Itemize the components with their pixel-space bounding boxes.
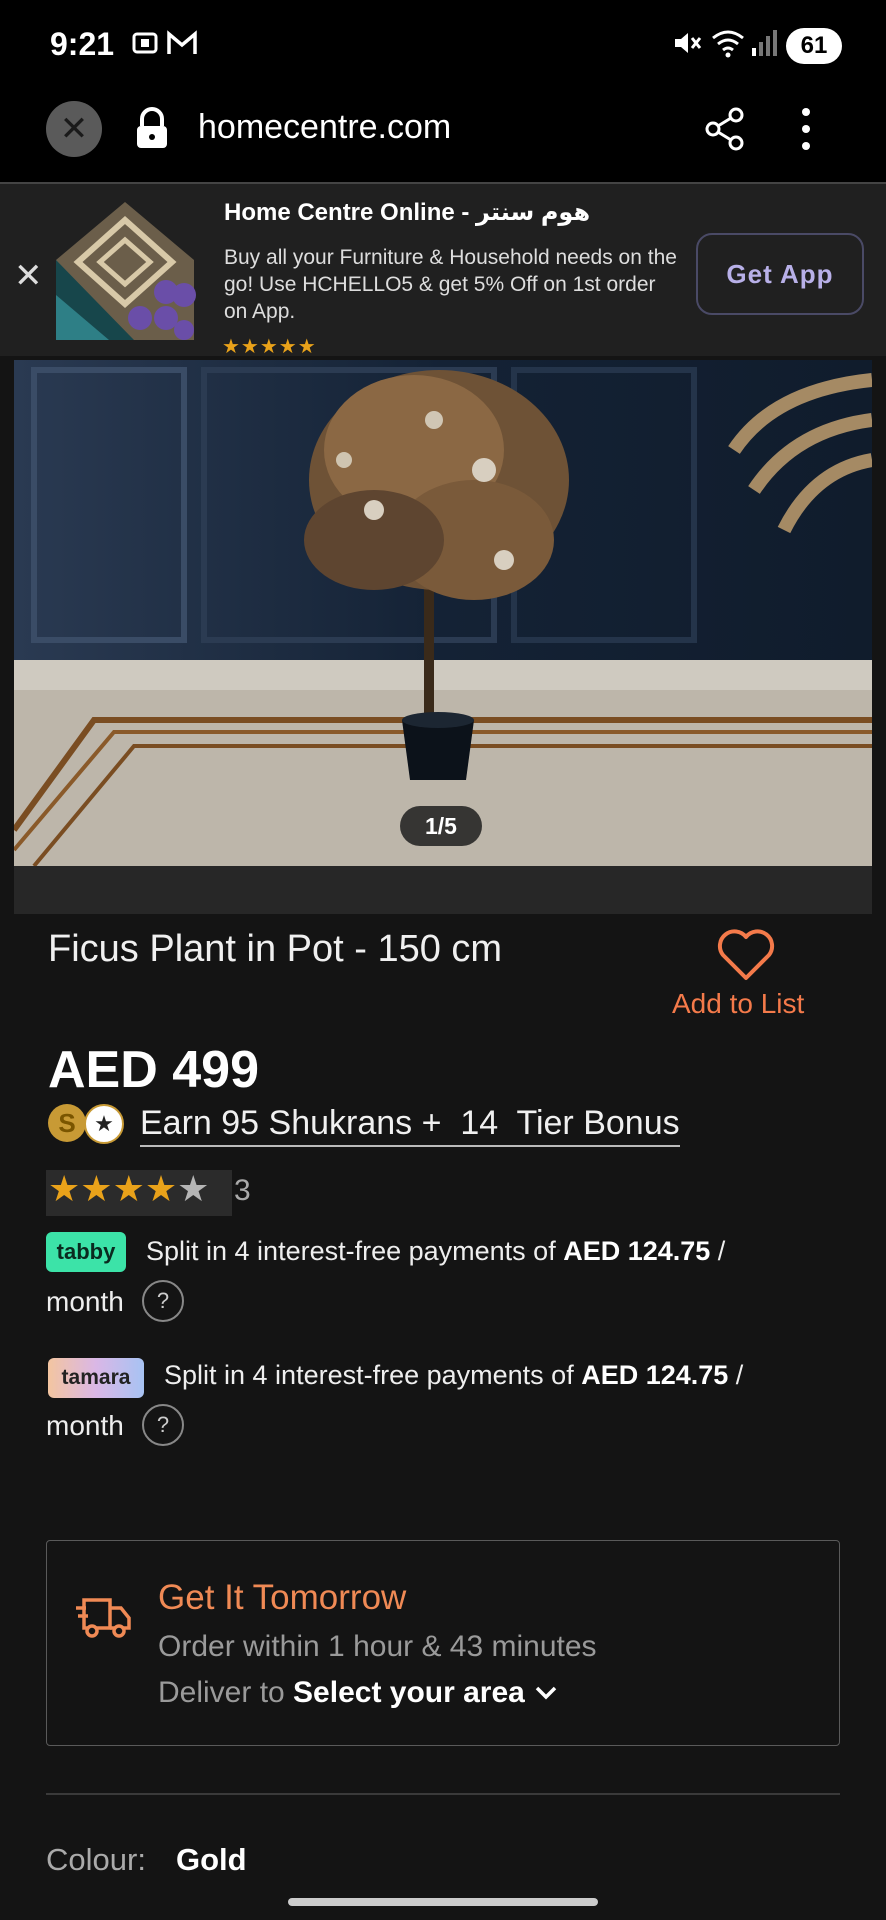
gmail-icon	[166, 28, 198, 65]
mute-icon	[672, 28, 702, 65]
shukran-coin-icon: S	[48, 1104, 86, 1142]
star-icon: ★	[48, 1168, 81, 1209]
chevron-down-icon[interactable]	[533, 1676, 559, 1709]
tamara-amount: AED 124.75	[581, 1360, 729, 1390]
tamara-month: month	[46, 1410, 124, 1441]
tabby-help-icon[interactable]: ?	[142, 1280, 184, 1322]
colour-label: Colour:	[46, 1842, 146, 1877]
tabby-month: month	[46, 1286, 124, 1317]
more-options-icon[interactable]	[796, 104, 816, 159]
delivery-title: Get It Tomorrow	[158, 1578, 407, 1617]
tabby-logo: tabby	[46, 1232, 126, 1272]
tabby-split-label: Split in 4 interest-free payments of	[146, 1236, 564, 1266]
app-logo	[54, 200, 196, 342]
close-tab-button[interactable]: ✕	[46, 101, 102, 157]
star-icon: ★	[144, 1168, 178, 1209]
banner-description: Buy all your Furniture & Household needs…	[224, 246, 677, 323]
tamara-split-label: Split in 4 interest-free payments of	[164, 1360, 582, 1390]
star-icon: ★	[177, 1168, 210, 1209]
select-area-link[interactable]: Select your area	[293, 1676, 525, 1709]
tabby-split-text: Split in 4 interest-free payments of AED…	[146, 1236, 725, 1267]
product-image[interactable]	[14, 360, 872, 866]
gallery-counter: 1/5	[400, 806, 482, 846]
section-divider	[46, 1793, 840, 1795]
product-price: AED 499	[48, 1041, 259, 1099]
get-app-button[interactable]: Get App	[696, 233, 864, 315]
shukran-earn-link[interactable]: Earn 95 Shukrans + 14 Tier Bonus	[140, 1104, 680, 1147]
star-icon: ★	[112, 1168, 145, 1209]
tier-star-icon: ★	[84, 1104, 124, 1144]
tabby-suffix: /	[710, 1236, 726, 1266]
rating-count[interactable]: 3	[234, 1174, 251, 1208]
lock-icon[interactable]	[132, 106, 172, 157]
share-icon[interactable]	[704, 106, 746, 157]
star-icon: ★	[80, 1168, 113, 1209]
battery-indicator: 61	[786, 28, 842, 64]
tamara-logo: tamara	[48, 1358, 144, 1398]
home-indicator[interactable]	[288, 1898, 598, 1906]
url-text[interactable]: homecentre.com	[198, 108, 451, 147]
tamara-split-text: Split in 4 interest-free payments of AED…	[164, 1360, 743, 1391]
deliver-to-selector[interactable]: Deliver to Select your area	[158, 1676, 559, 1710]
banner-rating-stars: ★★★★★	[222, 336, 317, 358]
product-title: Ficus Plant in Pot - 150 cm	[48, 928, 503, 970]
colour-value: Gold	[176, 1842, 247, 1877]
screenshot-icon	[130, 28, 160, 65]
rating-stars[interactable]: ★★★★★	[48, 1168, 209, 1210]
add-to-list-link[interactable]: Add to List	[672, 988, 804, 1020]
deliver-to-label: Deliver to	[158, 1676, 294, 1709]
heart-icon[interactable]	[716, 928, 776, 987]
status-time: 9:21	[50, 26, 115, 62]
order-countdown: Order within 1 hour & 43 minutes	[158, 1630, 597, 1663]
image-strip-background	[14, 866, 872, 914]
close-banner-icon[interactable]: ✕	[14, 256, 43, 296]
tamara-suffix: /	[728, 1360, 744, 1390]
signal-icon	[750, 28, 778, 65]
delivery-truck-icon	[74, 1594, 132, 1645]
tabby-amount: AED 124.75	[563, 1236, 711, 1266]
banner-title: Home Centre Online - هوم سنتر	[224, 199, 591, 226]
wifi-icon	[710, 28, 746, 65]
tamara-help-icon[interactable]: ?	[142, 1404, 184, 1446]
